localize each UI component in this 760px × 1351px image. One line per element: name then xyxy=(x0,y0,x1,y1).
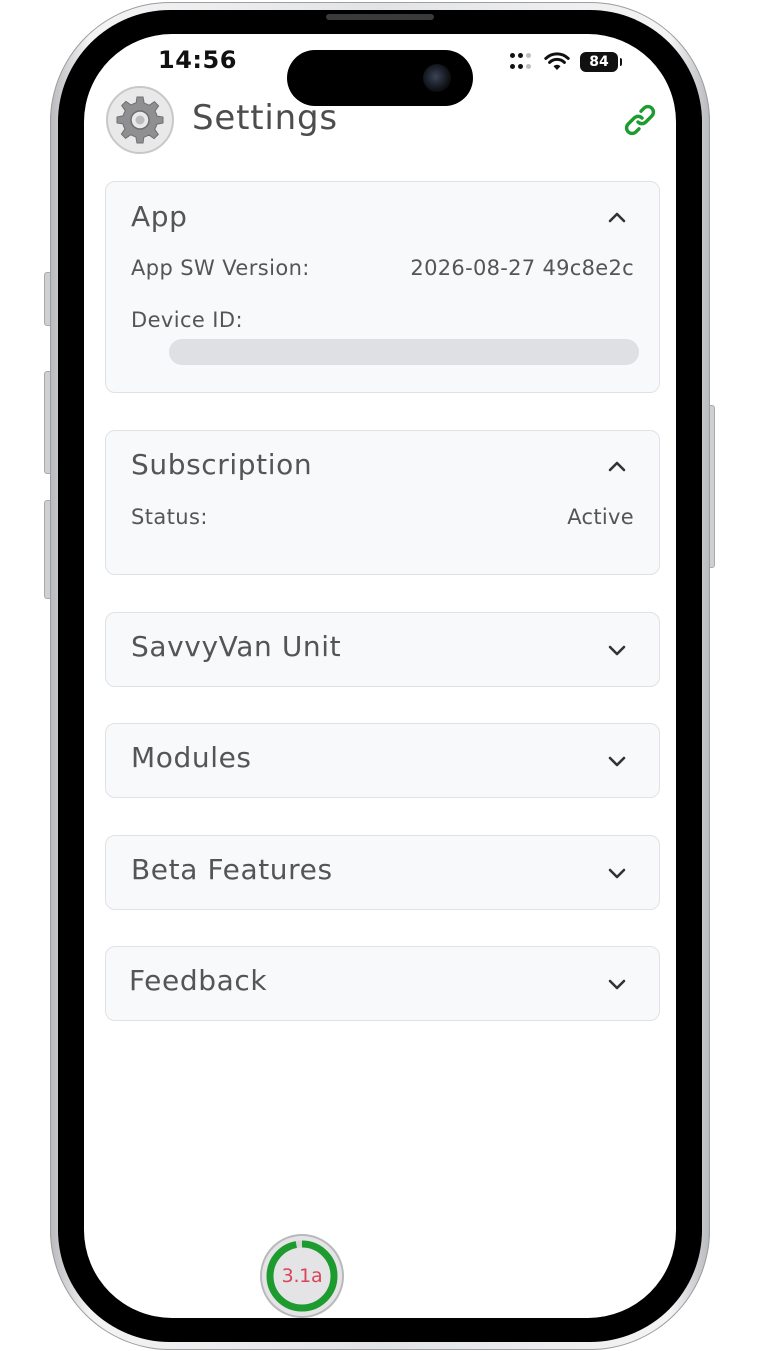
device-id-label: Device ID: xyxy=(131,308,243,332)
earpiece-slit xyxy=(326,14,434,20)
section-title-feedback[interactable]: Feedback xyxy=(129,964,267,997)
section-title-savvyvan-unit[interactable]: SavvyVan Unit xyxy=(131,630,341,663)
app-section: App App SW Version: 2026-08-27 49c8e2c D… xyxy=(105,181,660,393)
app-sw-version-label: App SW Version: xyxy=(131,256,310,280)
status-icons: 84 xyxy=(510,50,622,74)
subscription-status-label: Status: xyxy=(131,505,208,529)
chevron-up-icon[interactable] xyxy=(607,457,627,477)
status-time: 14:56 xyxy=(158,46,237,74)
beta-features-section[interactable]: Beta Features xyxy=(105,835,660,910)
battery-icon: 84 xyxy=(580,52,622,72)
feedback-section[interactable]: Feedback xyxy=(105,946,660,1021)
chevron-down-icon[interactable] xyxy=(607,863,627,883)
gear-icon[interactable] xyxy=(106,86,174,154)
gauge-value: 3.1a xyxy=(281,1265,323,1287)
current-gauge[interactable]: 3.1a xyxy=(260,1234,344,1318)
section-title-beta-features[interactable]: Beta Features xyxy=(131,853,333,886)
chevron-down-icon[interactable] xyxy=(607,751,627,771)
wifi-icon xyxy=(544,52,570,70)
subscription-section: Subscription Status: Active xyxy=(105,430,660,575)
phone-screen: 14:56 84 Settings App App SW Version: 20… xyxy=(84,34,676,1318)
savvyvan-unit-section[interactable]: SavvyVan Unit xyxy=(105,612,660,687)
page-title: Settings xyxy=(192,98,338,138)
chevron-down-icon[interactable] xyxy=(607,974,627,994)
subscription-status-value: Active xyxy=(567,505,634,529)
section-title-modules[interactable]: Modules xyxy=(131,741,252,774)
section-title-subscription[interactable]: Subscription xyxy=(131,448,312,481)
modules-section[interactable]: Modules xyxy=(105,723,660,798)
chevron-down-icon[interactable] xyxy=(607,640,627,660)
section-title-app[interactable]: App xyxy=(131,200,188,233)
chevron-up-icon[interactable] xyxy=(607,208,627,228)
camera-icon xyxy=(423,64,451,92)
app-sw-version-value: 2026-08-27 49c8e2c xyxy=(410,256,634,280)
cellular-signal-icon xyxy=(510,53,534,71)
device-id-value-placeholder xyxy=(169,339,639,365)
link-icon[interactable] xyxy=(620,100,660,140)
